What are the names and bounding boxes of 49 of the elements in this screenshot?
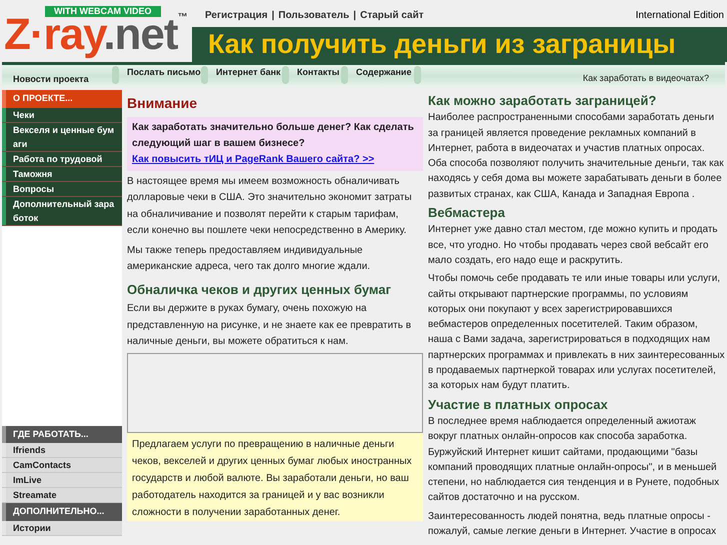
paragraph: В последнее время наблюдается определенный ажиотаж вокруг платных онлайн-опросов как способа заработка. Буржуйский Интернет кишит сайтами, продающими "базы компаний проводящих платные онлайн-опросы", и в меньшей степени, но наблюдается сия тенденция и в Рунете, подобных сайтов достаточно и на русском. <box>428 414 720 506</box>
edition-label: International Edition <box>636 9 725 23</box>
separator: | <box>353 9 356 23</box>
notice-link[interactable]: Как повысить тИЦ и PageRank Вашего сайта? >> <box>132 154 374 164</box>
sidebar-link[interactable]: ImLive <box>2 473 122 488</box>
nav-separator-icon <box>341 66 348 84</box>
nav-link[interactable]: Как заработать в видеочатах? <box>582 65 725 86</box>
nav-link[interactable]: Контакты <box>289 65 341 78</box>
paragraph: Если вы держите в руках бумагу, очень похожую на представленную на рисунке, и не знаете как ее превратить в наличные деньги, вы можете обратиться к нам. <box>127 302 412 349</box>
sidebar-link[interactable]: Вопросы <box>2 182 122 196</box>
paragraph: Заинтересованность людей понятна, ведь платные опросы - пожалуй, самые легкие деньги в Интернет. Участие в опросах <box>428 510 718 540</box>
paragraph: Мы также теперь предоставляем индивидуальные американские адреса, чего так долго многие ждали. <box>127 244 372 274</box>
nav-link[interactable]: Интернет банк <box>208 65 282 78</box>
sidebar-link[interactable]: Работа по трудовой <box>2 152 122 166</box>
section-heading: Участие в платных опросах <box>428 396 609 412</box>
paragraph: Чтобы помочь себе продавать те или иные товары или услуги, сайты открывают партнерские программы, по условиям которых они покупают у всех зарегистрировавшихся вебмастеров определенных посетителей. Таким образом, наша с Вами задача, зарегистрироваться в подходящих нам партнерских программах и привлекать в них заинтересованных в продаваемых партнеркой товарах или услугах посетителей, за которых нам будут платить. <box>428 272 725 394</box>
sidebar-link[interactable]: Streamate <box>2 488 122 503</box>
top-link[interactable]: Старый сайт <box>360 8 424 23</box>
sidebar-link[interactable]: Таможня <box>2 166 122 182</box>
section-heading: Как можно заработать заграницей? <box>428 93 658 108</box>
sidebar-link[interactable]: Чеки <box>2 108 122 122</box>
nav-separator-icon <box>414 66 421 84</box>
paragraph: Интернет уже давно стал местом, где можно купить и продать все, что угодно. Но чтобы продавать через свой вебсайт его мало создать, его надо еще и раскрутить. <box>428 223 719 268</box>
top-link[interactable]: Пользователь <box>278 8 350 23</box>
notice-text: Как заработать значительно больше денег? Как сделать следующий шаг в вашем бизнесе? Как повысить тИЦ и PageRank Вашего сайта? >> <box>127 116 423 170</box>
sidebar-link[interactable]: Истории <box>2 520 122 536</box>
nav-separator-icon <box>112 66 119 84</box>
paragraph: В настоящее время мы имеем возможность обналичивать долларовые чеки в США. Это значительно экономит затраты на обналичивание и позволят перейти к старым тарифам, если конечно вы пошлете чеки непосредственно в Америку. <box>127 174 413 238</box>
top-link[interactable]: Регистрация <box>205 8 268 23</box>
separator: | <box>272 9 274 23</box>
nav-separator-icon <box>282 66 289 84</box>
image-caption: Предлагаем услуги по превращению в наличные деньги чеков, векселей и других ценных бумаг любых иностранных государств и любой валюте. Вы заработали деньги, но ваш работодатель находится за границей и у вас возникли сложности в получении заработанных денег. <box>127 432 423 520</box>
paragraph: Наиболее распространенными способами заработать деньги за границей является проведение рекламных компаний в Интернет, работа в видеочатах и участив платных опросах. Оба способа позволяют получить значительные деньги, так как находясь у себя дома вы можете зарабатывать деньги в более развитых странах, как США, Канада и Западная Европа . <box>428 111 725 202</box>
logo-badge: WITH WEBCAM VIDEO <box>45 6 160 17</box>
sidebar-heading: ГДЕ РАБОТАТЬ... <box>2 426 122 443</box>
sidebar-link[interactable]: Векселя и ценные бумаги <box>2 122 122 152</box>
sidebar-link[interactable]: Ifriends <box>2 443 122 458</box>
section-heading: Вебмастера <box>428 205 506 220</box>
nav-link[interactable]: Послать письмо <box>119 65 201 78</box>
nav-link[interactable]: Содержание <box>348 65 414 78</box>
section-title: Внимание <box>127 95 198 112</box>
sidebar-link[interactable]: CamContacts <box>2 458 122 473</box>
sidebar-link[interactable]: Дополнительный заработок <box>2 196 122 226</box>
title-banner: Как получить деньги из заграницы <box>192 27 727 62</box>
sidebar-heading: О ПРОЕКТЕ... <box>2 90 122 108</box>
nav-link[interactable]: Новости проекта <box>2 65 112 86</box>
nav-separator-icon <box>201 66 208 84</box>
sidebar-heading: ДОПОЛНИТЕЛЬНО... <box>2 503 122 520</box>
section-heading: Обналичка чеков и других ценных бумаг <box>127 282 392 298</box>
